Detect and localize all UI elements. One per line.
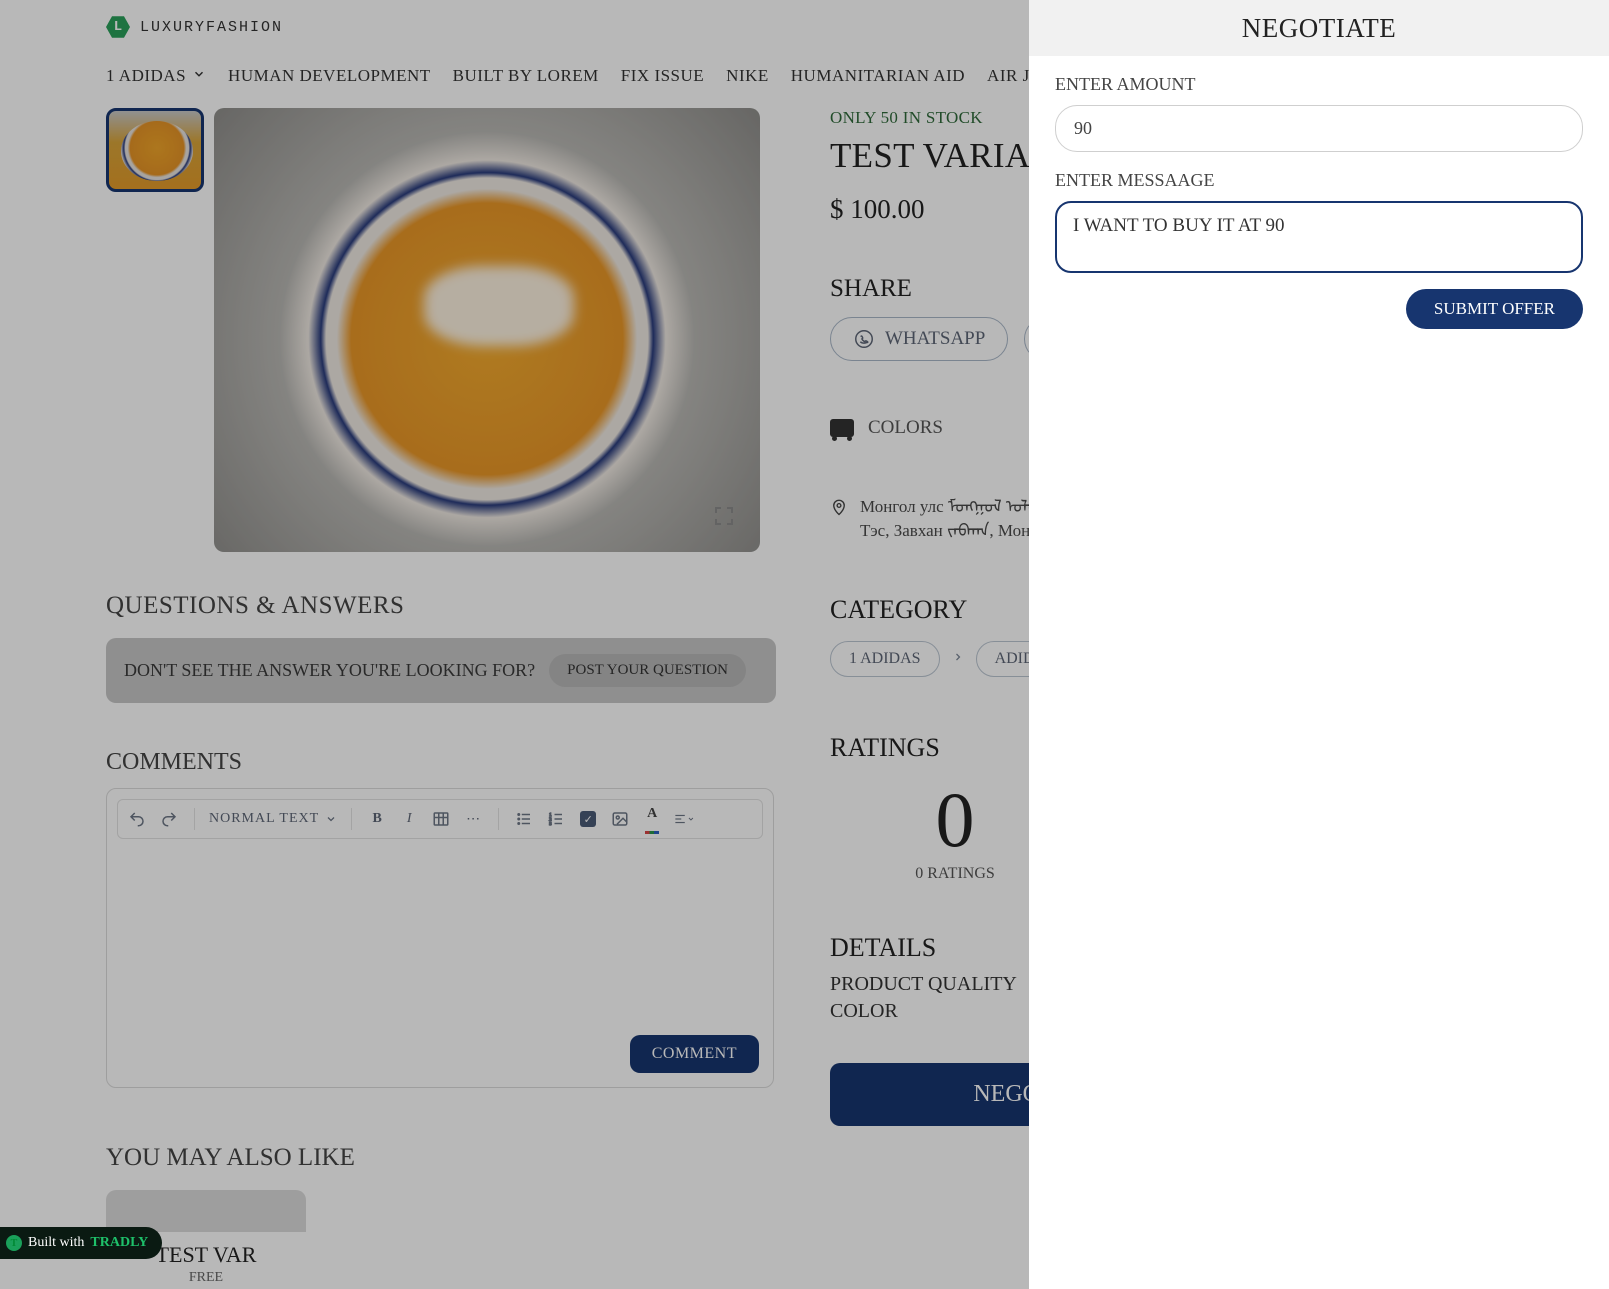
built-with-badge[interactable]: T Built with TRADLY [0,1227,162,1259]
amount-label: ENTER AMOUNT [1055,74,1583,95]
message-label: ENTER MESSAAGE [1055,170,1583,191]
tradly-logo-icon: T [6,1235,22,1251]
built-with-prefix: Built with [28,1235,84,1251]
negotiate-panel: NEGOTIATE ENTER AMOUNT ENTER MESSAAGE SU… [1029,0,1609,1289]
built-with-brand: TRADLY [90,1235,148,1251]
message-input[interactable] [1055,201,1583,273]
amount-input[interactable] [1055,105,1583,152]
submit-offer-button[interactable]: SUBMIT OFFER [1406,289,1583,329]
panel-title: NEGOTIATE [1029,0,1609,56]
